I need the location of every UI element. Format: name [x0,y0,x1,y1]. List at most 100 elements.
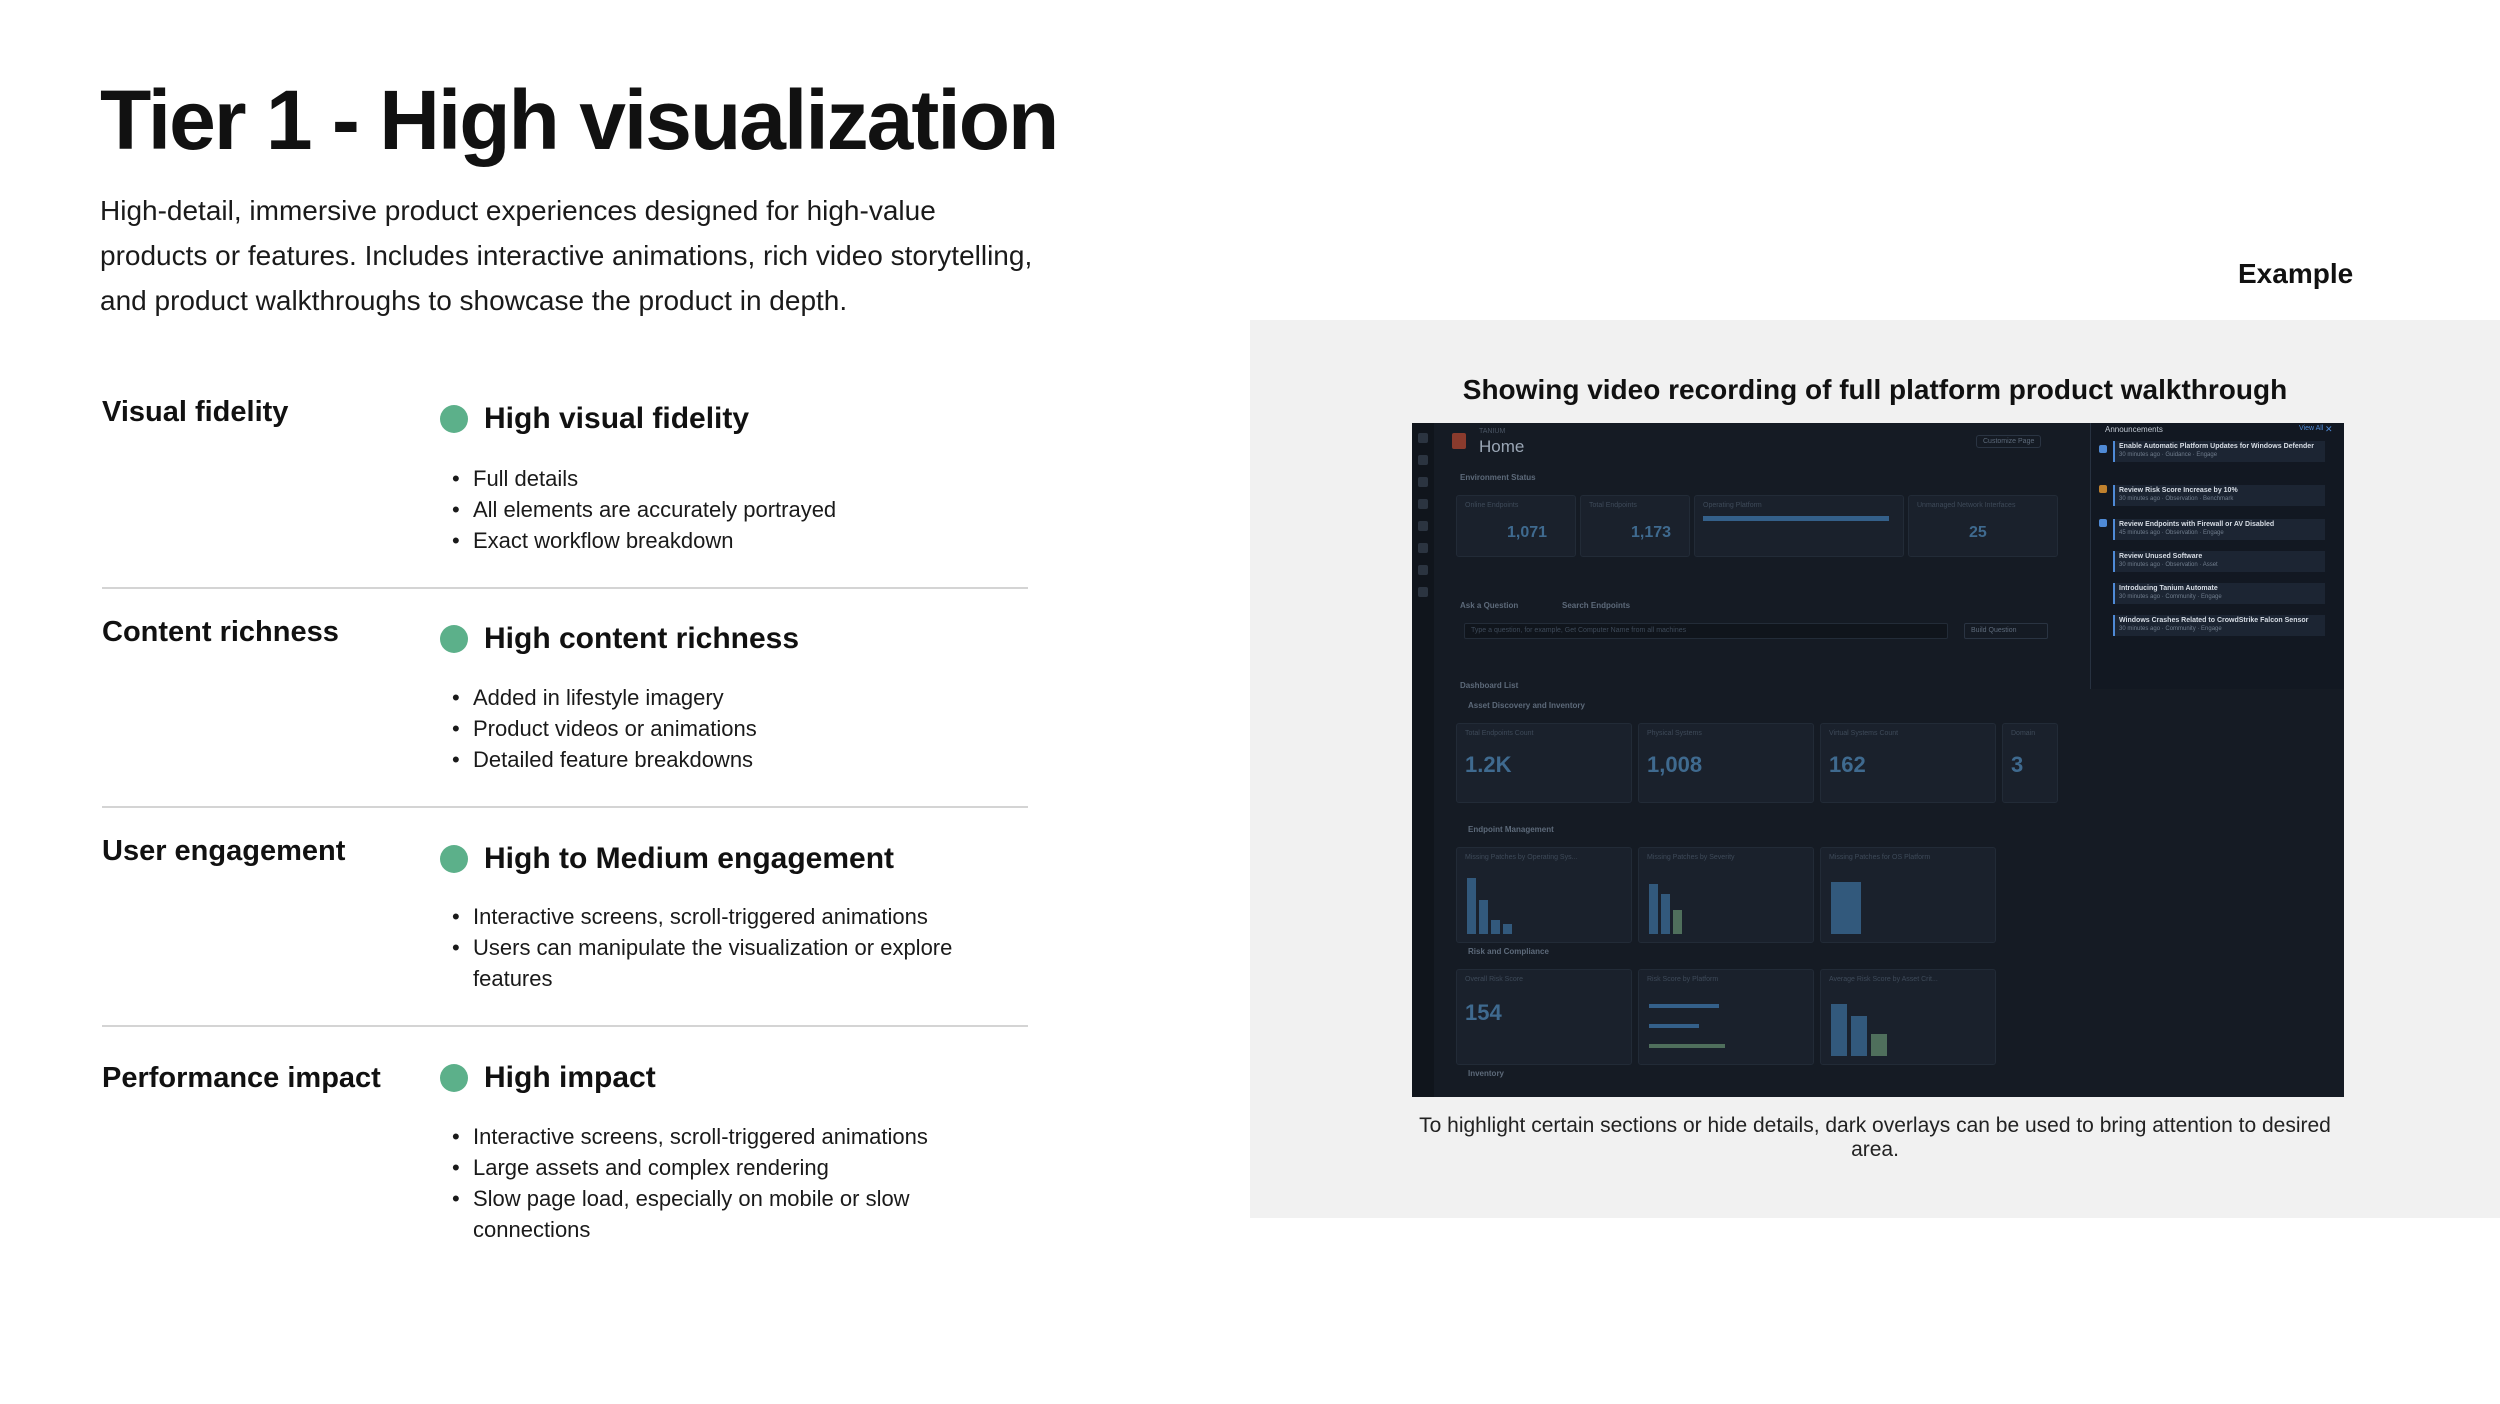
example-heading: Showing video recording of full platform… [1462,374,2288,405]
stat-card: Operating Platform [1694,495,1904,557]
announcement-item: Introducing Tanium Automate 30 minutes a… [2113,583,2325,604]
list-item: Detailed feature breakdowns [452,744,1012,775]
patch-bar [1467,878,1476,934]
announcement-item: Review Endpoints with Firewall or AV Dis… [2113,519,2325,540]
level-label: High visual fidelity [484,402,750,435]
search-endpoints-heading: Search Endpoints [1562,601,1631,610]
patch-bar [1661,894,1670,934]
bullet-list-user-engagement: Interactive screens, scroll-triggered an… [452,901,1012,994]
row-label-content-richness: Content richness [102,616,339,648]
page-title: Tier 1 - High visualization [100,73,1059,167]
status-dot-icon [440,405,468,433]
stat-value: 1,173 [1631,524,1672,541]
stat-value: 25 [1969,524,1987,541]
level-visual-fidelity: High visual fidelity [440,402,749,436]
status-dot-icon [440,845,468,873]
level-content-richness: High content richness [440,622,799,656]
list-item: Exact workflow breakdown [452,525,1012,556]
view-all-link: View All [2299,425,2324,432]
asset-section-heading: Asset Discovery and Inventory [1468,701,1585,710]
dashboard-list-heading: Dashboard List [1460,681,1519,690]
row-label-performance-impact: Performance impact [102,1062,381,1094]
list-item: Users can manipulate the visualization o… [452,932,1012,994]
announcement-meta: 30 minutes ago · Community · Engage [2119,594,2222,600]
list-item: Added in lifestyle imagery [452,682,1012,713]
announcements-panel: Announcements View All ✕ Enable Automati… [2090,423,2344,689]
row-divider [102,587,1028,589]
announcement-title: Review Unused Software [2119,553,2203,560]
status-dot-icon [440,625,468,653]
list-item: All elements are accurately portrayed [452,494,1012,525]
announcement-title: Windows Crashes Related to CrowdStrike F… [2119,617,2309,624]
level-label: High impact [484,1061,656,1094]
announcement-item: Review Risk Score Increase by 10% 30 min… [2113,485,2325,506]
stat-label: Operating Platform [1703,502,1762,509]
patch-bar [1503,924,1512,934]
bullet-list-performance-impact: Interactive screens, scroll-triggered an… [452,1121,1012,1245]
stat-card: Unmanaged Network Interfaces 25 [1908,495,2058,557]
row-label-user-engagement: User engagement [102,835,346,867]
patch-bar [1673,910,1682,934]
level-label: High to Medium engagement [484,842,895,875]
nav-icon [1418,433,1428,443]
risk-card: Risk Score by Platform [1638,969,1814,1065]
risk-label: Overall Risk Score [1465,976,1523,983]
nav-rail [1412,423,1434,1097]
asset-label: Physical Systems [1647,730,1702,737]
patch-bar [1831,882,1861,934]
nav-icon [1418,499,1428,509]
nav-icon [1418,477,1428,487]
announcement-item: Review Unused Software 30 minutes ago · … [2113,551,2325,572]
asset-value: 3 [2011,752,2024,777]
build-question-button: Build Question [1964,623,2048,639]
ask-question-heading: Ask a Question [1460,601,1519,610]
asset-card: Virtual Systems Count 162 [1820,723,1996,803]
stat-value: 1,071 [1507,524,1548,541]
asset-card: Physical Systems 1,008 [1638,723,1814,803]
endpoint-section-heading: Endpoint Management [1468,825,1554,834]
risk-section-heading: Risk and Compliance [1468,947,1549,956]
list-item: Product videos or animations [452,713,1012,744]
risk-label: Average Risk Score by Asset Crit... [1829,976,1938,983]
announcement-title: Introducing Tanium Automate [2119,585,2218,592]
brand-name: TANIUM [1479,428,1506,435]
asset-label: Domain [2011,730,2036,737]
patch-label: Missing Patches for OS Platform [1829,854,1931,861]
risk-card: Average Risk Score by Asset Crit... [1820,969,1996,1065]
nav-icon [1418,587,1428,597]
asset-value: 1,008 [1647,752,1703,777]
patch-card: Missing Patches by Severity [1638,847,1814,943]
list-item: Large assets and complex rendering [452,1152,1012,1183]
stat-card: Online Endpoints 1,071 [1456,495,1576,557]
announcement-title: Review Risk Score Increase by 10% [2119,487,2238,494]
env-status-heading: Environment Status [1460,473,1536,482]
stat-label: Online Endpoints [1465,502,1519,509]
row-label-visual-fidelity: Visual fidelity [102,396,289,428]
asset-label: Total Endpoints Count [1465,730,1534,737]
example-panel: Showing video recording of full platform… [1250,320,2500,1218]
asset-card: Total Endpoints Count 1.2K [1456,723,1632,803]
patch-bar [1649,884,1658,934]
announcement-meta: 45 minutes ago · Observation · Engage [2119,530,2224,536]
announcement-meta: 30 minutes ago · Observation · Benchmark [2119,496,2234,502]
close-icon: ✕ [2325,424,2333,434]
level-performance-impact: High impact [440,1061,656,1095]
risk-card: Overall Risk Score 154 [1456,969,1632,1065]
level-label: High content richness [484,622,800,655]
list-item: Interactive screens, scroll-triggered an… [452,1121,1012,1152]
patch-label: Missing Patches by Severity [1647,854,1735,861]
bullet-list-content-richness: Added in lifestyle imagery Product video… [452,682,1012,775]
stat-card: Total Endpoints 1,173 [1580,495,1690,557]
announcements-title: Announcements [2105,425,2163,434]
announcement-meta: 30 minutes ago · Observation · Asset [2119,562,2218,568]
patch-card: Missing Patches by Operating Sys... [1456,847,1632,943]
announcement-icon [2099,445,2107,453]
customize-page-button: Customize Page [1976,435,2042,448]
risk-bar [1649,1044,1725,1048]
risk-label: Risk Score by Platform [1647,976,1719,983]
example-label: Example [2238,258,2354,289]
nav-icon [1418,455,1428,465]
nav-icon [1418,565,1428,575]
risk-bar [1851,1016,1867,1056]
nav-icon [1418,543,1428,553]
